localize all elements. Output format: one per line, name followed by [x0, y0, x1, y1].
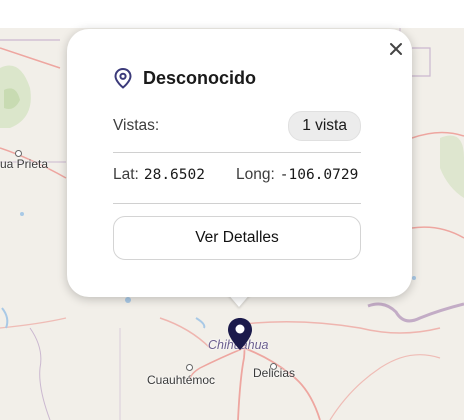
close-button[interactable] — [384, 37, 408, 61]
close-icon — [390, 43, 402, 55]
views-row: Vistas: 1 vista — [113, 110, 361, 142]
popup-title: Desconocido — [143, 67, 257, 88]
longitude-label: Long: — [235, 166, 275, 183]
top-bar — [0, 0, 464, 29]
coordinates-row: Lat: 28.6502 Long: -106.0729 — [113, 166, 373, 184]
location-pin-icon — [114, 67, 132, 89]
latitude-value: 28.6502 — [143, 167, 205, 183]
longitude-value: -106.0729 — [279, 167, 359, 183]
map-marker-icon[interactable] — [226, 316, 254, 352]
divider — [113, 203, 361, 204]
place-delicias: Delicias — [253, 366, 296, 380]
place-dot-agua-prieta — [15, 150, 22, 157]
popup-header: Desconocido — [113, 67, 256, 89]
view-details-button[interactable]: Ver Detalles — [113, 216, 361, 260]
views-badge: 1 vista — [288, 111, 361, 141]
views-label: Vistas: — [113, 117, 160, 134]
place-agua-prieta: ua Prieta — [0, 157, 49, 171]
divider — [113, 152, 361, 153]
place-cuauhtemoc: Cuauhtémoc — [147, 373, 216, 387]
place-dot-cuauhtemoc — [186, 364, 193, 371]
location-popup: Desconocido Vistas: 1 vista Lat: 28.6502… — [67, 29, 412, 297]
latitude-label: Lat: — [113, 166, 139, 183]
